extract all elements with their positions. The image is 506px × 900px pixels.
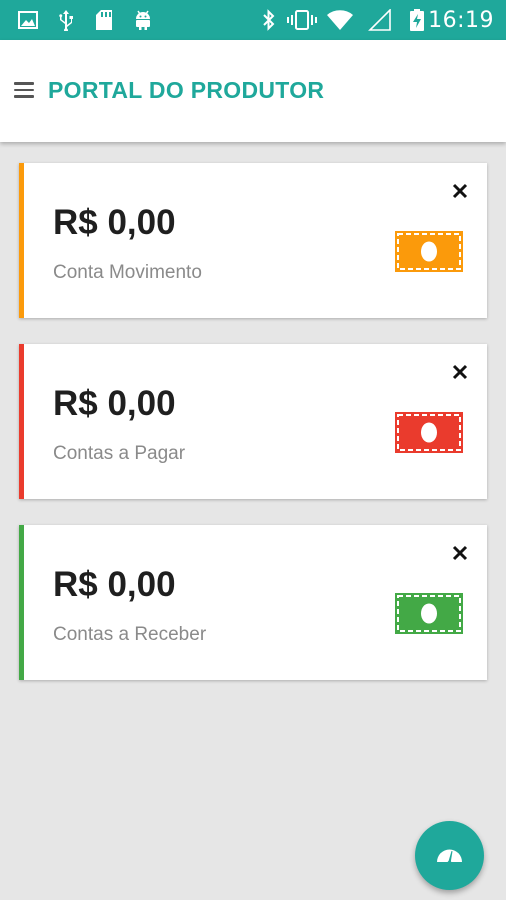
sd-card-icon xyxy=(96,10,112,30)
image-icon xyxy=(18,11,38,29)
bluetooth-icon xyxy=(263,9,275,31)
card-conta-movimento[interactable]: R$ 0,00 Conta Movimento xyxy=(19,163,487,318)
battery-charging-icon xyxy=(410,9,424,31)
card-amount: R$ 0,00 xyxy=(53,565,176,604)
card-label: Contas a Receber xyxy=(53,624,207,645)
status-bar: 16:19 xyxy=(0,0,506,40)
vibrate-icon xyxy=(287,10,317,30)
app-bar: PORTAL DO PRODUTOR xyxy=(0,40,506,142)
money-icon xyxy=(395,412,463,453)
card-contas-a-receber[interactable]: R$ 0,00 Contas a Receber xyxy=(19,525,487,680)
close-icon[interactable] xyxy=(450,543,470,563)
menu-icon[interactable] xyxy=(14,82,34,98)
dashboard-fab-button[interactable] xyxy=(415,821,484,890)
money-icon xyxy=(395,593,463,634)
money-icon xyxy=(395,231,463,272)
close-icon[interactable] xyxy=(450,362,470,382)
card-label: Contas a Pagar xyxy=(53,443,186,464)
signal-icon xyxy=(368,9,391,31)
card-amount: R$ 0,00 xyxy=(53,384,176,423)
wifi-icon xyxy=(327,10,353,30)
card-amount: R$ 0,00 xyxy=(53,203,176,242)
page-title: PORTAL DO PRODUTOR xyxy=(48,77,325,103)
usb-icon xyxy=(59,10,73,31)
speedometer-icon xyxy=(437,849,462,866)
card-label: Conta Movimento xyxy=(53,262,202,283)
clock: 16:19 xyxy=(428,8,494,33)
card-contas-a-pagar[interactable]: R$ 0,00 Contas a Pagar xyxy=(19,344,487,499)
android-icon xyxy=(136,10,150,30)
close-icon[interactable] xyxy=(450,181,470,201)
